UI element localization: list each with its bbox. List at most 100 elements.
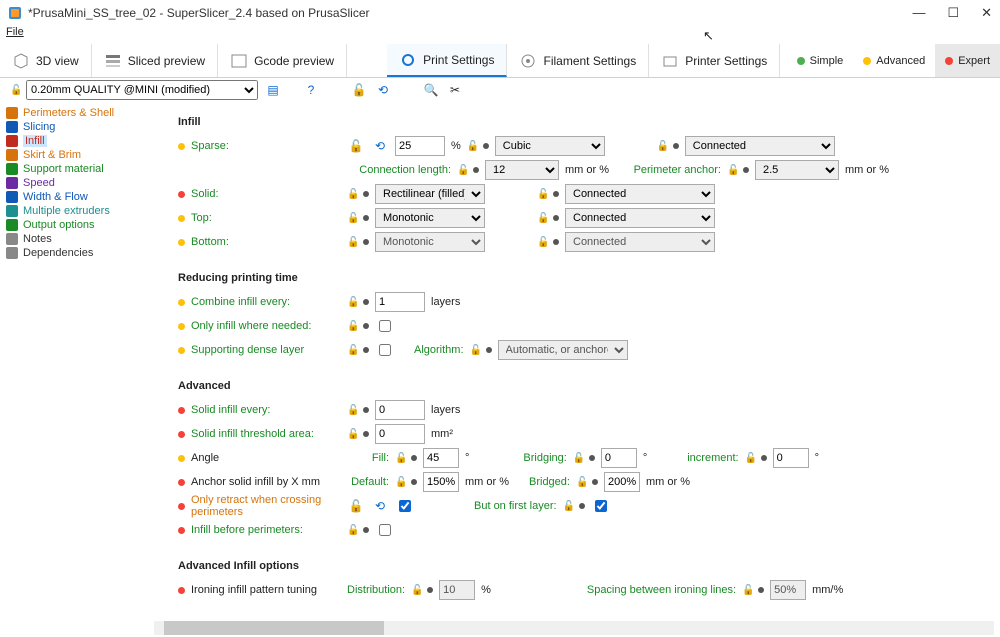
- bottom-connection-select[interactable]: Connected: [565, 232, 715, 252]
- horizontal-scrollbar[interactable]: [154, 621, 994, 635]
- tab-sliced-preview[interactable]: Sliced preview: [92, 44, 218, 77]
- profile-select[interactable]: 0.20mm QUALITY @MINI (modified): [26, 80, 258, 100]
- sparse-density-input[interactable]: [395, 136, 445, 156]
- close-button[interactable]: ✕: [981, 5, 992, 21]
- label-perim-anchor: Perimeter anchor:: [629, 164, 721, 176]
- bridging-angle-input[interactable]: [601, 448, 637, 468]
- label-retract: Only retract when crossing perimeters: [191, 494, 341, 518]
- sidebar-item-extruders[interactable]: Multiple extruders: [6, 204, 154, 218]
- sidebar-item-output[interactable]: Output options: [6, 218, 154, 232]
- top-pattern-select[interactable]: Monotonic: [375, 208, 485, 228]
- label-only-infill: Only infill where needed:: [191, 320, 341, 332]
- lock-icon: [467, 140, 477, 152]
- tab-printer-settings[interactable]: Printer Settings: [649, 44, 780, 77]
- sidebar-item-infill[interactable]: Infill: [6, 134, 154, 148]
- spool-icon: [519, 52, 537, 70]
- solid-pattern-select[interactable]: Rectilinear (filled): [375, 184, 485, 204]
- sidebar-item-perimeters[interactable]: Perimeters & Shell: [6, 106, 154, 120]
- sidebar-item-speed[interactable]: Speed: [6, 176, 154, 190]
- minimize-button[interactable]: —: [912, 5, 925, 21]
- label-distribution: Distribution:: [347, 584, 405, 596]
- label-sbil: Spacing between ironing lines:: [587, 584, 736, 596]
- solid-infill-every-input[interactable]: [375, 400, 425, 420]
- top-connection-select[interactable]: Connected: [565, 208, 715, 228]
- lock-icon: [411, 584, 421, 596]
- lock-icon: [347, 524, 357, 536]
- combine-infill-input[interactable]: [375, 292, 425, 312]
- lock-icon: [347, 188, 357, 200]
- unit: layers: [431, 404, 460, 416]
- unit-percent: %: [451, 140, 461, 152]
- search-button[interactable]: 🔍: [422, 81, 440, 99]
- label-sie: Solid infill every:: [191, 404, 341, 416]
- app-icon: [8, 6, 22, 20]
- connection-length-input[interactable]: 12: [485, 160, 559, 180]
- layers-icon: [104, 52, 122, 70]
- tab-gcode-preview[interactable]: Gcode preview: [218, 44, 347, 77]
- unlock-icon[interactable]: 🔓: [347, 137, 365, 155]
- label-algorithm: Algorithm:: [414, 344, 464, 356]
- only-infill-checkbox[interactable]: [379, 320, 391, 332]
- label-sparse: Sparse:: [191, 140, 341, 152]
- unit: layers: [431, 296, 460, 308]
- solid-connection-select[interactable]: Connected: [565, 184, 715, 204]
- increment-input[interactable]: [773, 448, 809, 468]
- mode-simple[interactable]: Simple: [787, 44, 854, 77]
- scissors-button[interactable]: ✂: [446, 81, 464, 99]
- solid-infill-threshold-input[interactable]: [375, 424, 425, 444]
- lock-icon: [573, 452, 583, 464]
- label-combine: Combine infill every:: [191, 296, 341, 308]
- bfl-checkbox[interactable]: [595, 500, 607, 512]
- support-dense-checkbox[interactable]: [379, 344, 391, 356]
- lock-icon: [457, 164, 467, 176]
- lock-icon: [347, 428, 357, 440]
- maximize-button[interactable]: ☐: [947, 5, 959, 21]
- sidebar-item-notes[interactable]: Notes: [6, 232, 154, 246]
- algorithm-select[interactable]: Automatic, or anchored if too bi: [498, 340, 628, 360]
- fill-angle-input[interactable]: [423, 448, 459, 468]
- lock-icon: [563, 500, 573, 512]
- retract-checkbox[interactable]: [399, 500, 411, 512]
- unit: mm/%: [812, 584, 843, 596]
- tab-print-settings[interactable]: Print Settings: [387, 44, 507, 77]
- perimeter-anchor-input[interactable]: 2.5: [755, 160, 839, 180]
- sidebar-item-width[interactable]: Width & Flow: [6, 190, 154, 204]
- label-sita: Solid infill threshold area:: [191, 428, 341, 440]
- label-top: Top:: [191, 212, 341, 224]
- lock-icon: [576, 476, 586, 488]
- lock-icon: [657, 140, 667, 152]
- ibp-checkbox[interactable]: [379, 524, 391, 536]
- anchor-default-input[interactable]: [423, 472, 459, 492]
- sidebar-item-skirt[interactable]: Skirt & Brim: [6, 148, 154, 162]
- label-ibp: Infill before perimeters:: [191, 524, 341, 536]
- tab-3d-view[interactable]: 3D view: [0, 44, 92, 77]
- undo-button[interactable]: ⟲: [374, 81, 392, 99]
- sparse-connection-select[interactable]: Connected: [685, 136, 835, 156]
- section-reducing: Reducing printing time: [178, 272, 982, 284]
- sparse-pattern-select[interactable]: Cubic: [495, 136, 605, 156]
- lock-toggle-button[interactable]: 🔓: [350, 81, 368, 99]
- lock-icon: [347, 212, 357, 224]
- distribution-input[interactable]: [439, 580, 475, 600]
- help-button[interactable]: ?: [302, 81, 320, 99]
- window-title: *PrusaMini_SS_tree_02 - SuperSlicer_2.4 …: [28, 6, 912, 20]
- tab-filament-settings[interactable]: Filament Settings: [507, 44, 649, 77]
- label-support-dense: Supporting dense layer: [191, 344, 341, 356]
- sidebar-item-deps[interactable]: Dependencies: [6, 246, 154, 260]
- menu-file[interactable]: File: [6, 26, 24, 38]
- mode-advanced[interactable]: Advanced: [853, 44, 935, 77]
- sidebar-item-slicing[interactable]: Slicing: [6, 120, 154, 134]
- save-profile-button[interactable]: ▤: [264, 81, 282, 99]
- label-default: Default:: [347, 476, 389, 488]
- undo-icon[interactable]: ⟲: [371, 497, 389, 515]
- sidebar-item-support[interactable]: Support material: [6, 162, 154, 176]
- lock-icon: [347, 404, 357, 416]
- lock-icon: [742, 584, 752, 596]
- unlock-icon[interactable]: 🔓: [347, 497, 365, 515]
- label-bridged: Bridged:: [529, 476, 570, 488]
- undo-icon[interactable]: ⟲: [371, 137, 389, 155]
- anchor-bridged-input[interactable]: [604, 472, 640, 492]
- mode-expert[interactable]: Expert: [935, 44, 1000, 77]
- bottom-pattern-select[interactable]: Monotonic: [375, 232, 485, 252]
- spacing-input[interactable]: [770, 580, 806, 600]
